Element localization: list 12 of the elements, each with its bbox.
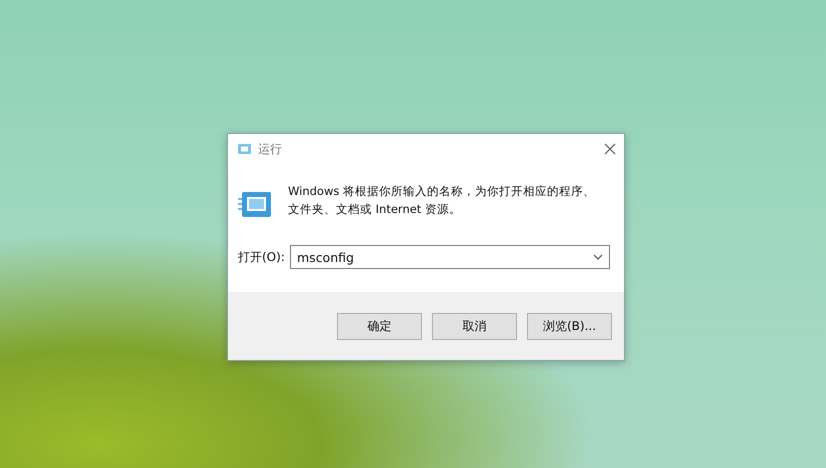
close-icon[interactable]: [604, 143, 616, 155]
window-title: 运行: [258, 140, 282, 158]
chevron-down-icon[interactable]: [593, 254, 603, 260]
command-combobox[interactable]: msconfig: [290, 245, 610, 269]
open-label: 打开(O):: [238, 248, 286, 266]
run-app-icon: [238, 191, 272, 219]
description-text: 文件夹、文档或 Internet 资源。: [288, 202, 462, 217]
dialog-button[interactable]: 确定: [337, 312, 422, 340]
dialog-button[interactable]: 取消: [432, 312, 517, 340]
dialog-button[interactable]: 浏览(B)...: [527, 312, 612, 340]
description-text: Windows 将根据你所输入的名称，为你打开相应的程序、: [288, 184, 595, 199]
run-app-icon: [236, 143, 252, 155]
